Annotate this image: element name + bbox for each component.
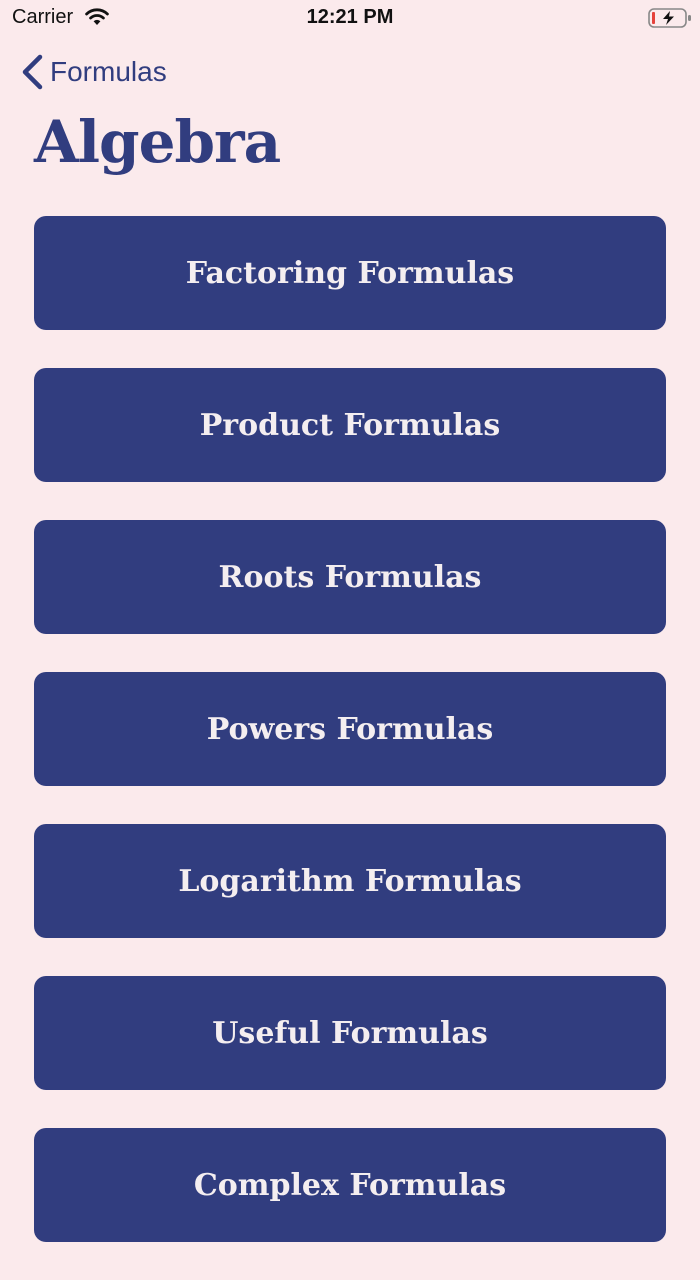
- product-formulas-button[interactable]: Product Formulas: [34, 368, 666, 482]
- clock: 12:21 PM: [306, 6, 394, 28]
- roots-formulas-button[interactable]: Roots Formulas: [34, 520, 666, 634]
- complex-formulas-button[interactable]: Complex Formulas: [34, 1128, 666, 1242]
- factoring-formulas-button[interactable]: Factoring Formulas: [34, 216, 666, 330]
- back-button-label: Formulas: [50, 56, 167, 87]
- logarithm-formulas-button[interactable]: Logarithm Formulas: [34, 824, 666, 938]
- formula-category-list: Factoring Formulas Product Formulas Root…: [34, 216, 666, 1280]
- page-title: Algebra: [34, 108, 281, 176]
- back-button[interactable]: Formulas: [18, 52, 167, 92]
- useful-formulas-button[interactable]: Useful Formulas: [34, 976, 666, 1090]
- chevron-left-icon: [22, 54, 43, 90]
- powers-formulas-button[interactable]: Powers Formulas: [34, 672, 666, 786]
- battery-charging-icon: [648, 8, 691, 28]
- status-bar: Carrier 12:21 PM: [0, 0, 700, 36]
- navigation-bar: Formulas: [0, 44, 700, 100]
